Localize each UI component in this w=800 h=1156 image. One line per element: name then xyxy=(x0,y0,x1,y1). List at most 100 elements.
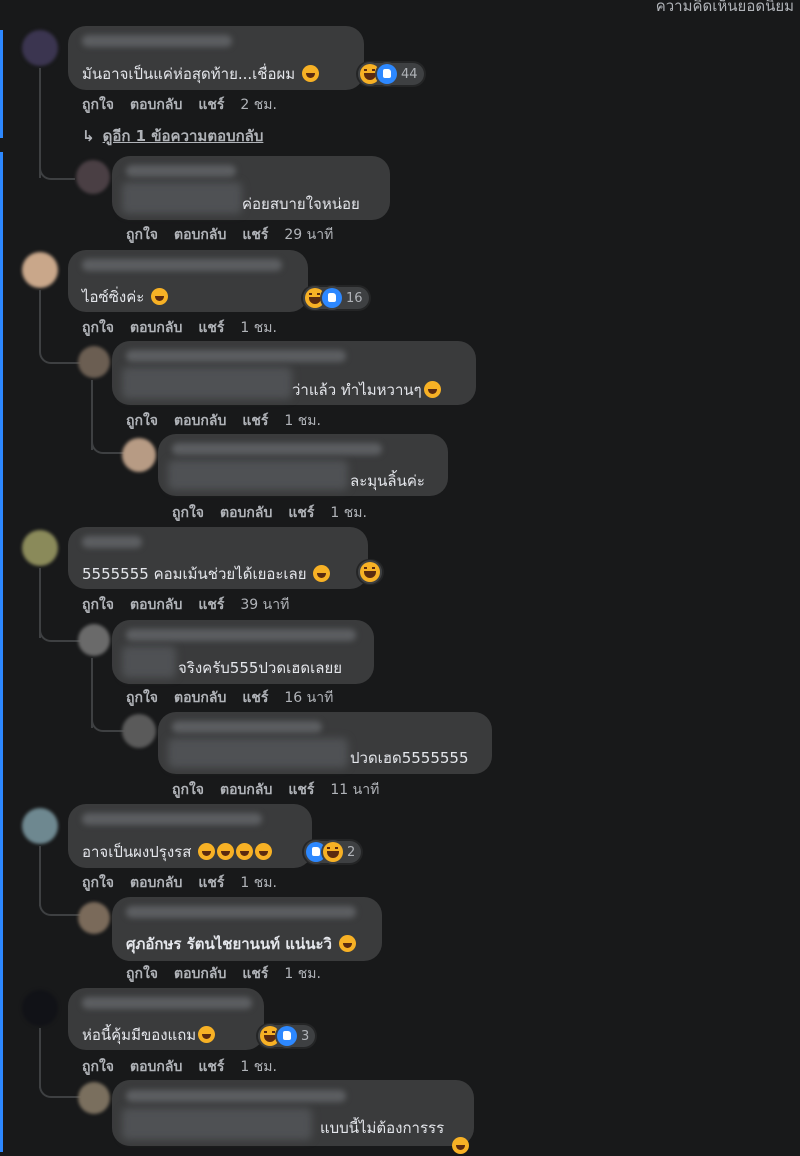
avatar[interactable] xyxy=(78,346,110,378)
comment-actions: ถูกใจ ตอบกลับ แชร์ 1 ชม. xyxy=(126,963,321,985)
reaction-count: 44 xyxy=(401,66,418,82)
like-button[interactable]: ถูกใจ xyxy=(126,966,158,982)
share-button[interactable]: แชร์ xyxy=(242,690,268,706)
author-name-blurred[interactable] xyxy=(126,629,356,641)
author-name-blurred[interactable] xyxy=(126,350,346,362)
like-button[interactable]: ถูกใจ xyxy=(172,782,204,798)
avatar[interactable] xyxy=(22,808,58,844)
comment-bubble: 5555555 คอมเม้นช่วยได้เยอะเลย xyxy=(68,527,368,589)
reply-button[interactable]: ตอบกลับ xyxy=(174,966,226,982)
timestamp[interactable]: 1 ชม. xyxy=(284,966,321,982)
like-button[interactable]: ถูกใจ xyxy=(82,597,114,613)
avatar[interactable] xyxy=(22,252,58,288)
like-button[interactable]: ถูกใจ xyxy=(126,413,158,429)
thread-elbow xyxy=(91,430,125,454)
timestamp[interactable]: 1 ชม. xyxy=(240,320,277,336)
avatar[interactable] xyxy=(122,438,156,472)
reply-button[interactable]: ตอบกลับ xyxy=(220,505,272,521)
reply-button[interactable]: ตอบกลับ xyxy=(174,227,226,243)
reaction-summary[interactable] xyxy=(358,561,382,583)
author-name-blurred[interactable] xyxy=(82,536,142,548)
author-name-blurred[interactable] xyxy=(82,997,252,1009)
timestamp[interactable]: 1 ชม. xyxy=(240,875,277,891)
comment-actions: ถูกใจ ตอบกลับ แชร์ 16 นาที xyxy=(126,687,333,709)
timestamp[interactable]: 2 ชม. xyxy=(240,97,277,113)
reply-button[interactable]: ตอบกลับ xyxy=(130,597,182,613)
grinning-emoji-icon xyxy=(217,843,235,860)
reaction-summary[interactable]: 44 xyxy=(358,63,424,85)
share-button[interactable]: แชร์ xyxy=(198,320,224,336)
reply-button[interactable]: ตอบกลับ xyxy=(130,1059,182,1075)
avatar[interactable] xyxy=(22,990,58,1026)
author-name-blurred[interactable] xyxy=(126,1090,346,1102)
like-button[interactable]: ถูกใจ xyxy=(126,227,158,243)
avatar[interactable] xyxy=(22,30,58,66)
author-name-blurred[interactable] xyxy=(82,813,262,825)
comment-bubble: จริงครับ555ปวดเฮดเลยย xyxy=(112,620,374,684)
reply-button[interactable]: ตอบกลับ xyxy=(220,782,272,798)
reply-button[interactable]: ตอบกลับ xyxy=(130,97,182,113)
author-name-blurred[interactable] xyxy=(126,165,236,177)
author-name-blurred[interactable] xyxy=(172,721,322,733)
share-button[interactable]: แชร์ xyxy=(198,597,224,613)
timestamp[interactable]: 39 นาที xyxy=(240,597,289,613)
smiling-emoji-icon xyxy=(151,288,169,305)
reaction-count: 16 xyxy=(346,290,363,306)
timestamp[interactable]: 1 ชม. xyxy=(240,1059,277,1075)
share-button[interactable]: แชร์ xyxy=(288,505,314,521)
avatar[interactable] xyxy=(122,714,156,748)
share-button[interactable]: แชร์ xyxy=(242,966,268,982)
author-name-blurred[interactable] xyxy=(172,443,382,455)
author-name-blurred[interactable] xyxy=(82,35,232,47)
avatar[interactable] xyxy=(78,1082,110,1114)
like-button[interactable]: ถูกใจ xyxy=(172,505,204,521)
share-button[interactable]: แชร์ xyxy=(242,413,268,429)
comment-actions: ถูกใจ ตอบกลับ แชร์ 1 ชม. xyxy=(172,502,367,524)
timestamp[interactable]: 16 นาที xyxy=(284,690,333,706)
thread-elbow xyxy=(91,708,125,732)
top-comments-filter[interactable]: ความคิดเห็นยอดนิยม xyxy=(656,0,794,18)
share-button[interactable]: แชร์ xyxy=(198,1059,224,1075)
comment-bubble: ค่อยสบายใจหน่อย xyxy=(112,156,390,220)
reply-button[interactable]: ตอบกลับ xyxy=(130,320,182,336)
timestamp[interactable]: 1 ชม. xyxy=(284,413,321,429)
reply-button[interactable]: ตอบกลับ xyxy=(130,875,182,891)
laughing-emoji-icon xyxy=(452,1137,469,1154)
comment-bubble: ว่าแล้ว ทำไมหวานๆ xyxy=(112,341,476,405)
reaction-summary[interactable]: 2 xyxy=(304,841,362,863)
share-button[interactable]: แชร์ xyxy=(198,97,224,113)
comment-bubble: ศุภอักษร รัตนไชยานนท์ แน่นะวิ xyxy=(112,897,382,961)
comment-actions: ถูกใจ ตอบกลับ แชร์ 1 ชม. xyxy=(82,317,277,339)
like-reaction-icon xyxy=(322,288,342,308)
timestamp[interactable]: 1 ชม. xyxy=(330,505,367,521)
timestamp[interactable]: 11 นาที xyxy=(330,782,379,798)
like-reaction-icon xyxy=(277,1026,297,1046)
like-button[interactable]: ถูกใจ xyxy=(82,875,114,891)
share-button[interactable]: แชร์ xyxy=(242,227,268,243)
timestamp[interactable]: 29 นาที xyxy=(284,227,333,243)
grinning-emoji-icon xyxy=(255,843,273,860)
author-name-blurred[interactable] xyxy=(82,259,282,271)
view-more-replies-link[interactable]: ↳ ดูอีก 1 ข้อความตอบกลับ xyxy=(82,124,263,148)
like-button[interactable]: ถูกใจ xyxy=(82,97,114,113)
blurred-text xyxy=(122,1108,312,1140)
avatar[interactable] xyxy=(76,160,110,194)
avatar[interactable] xyxy=(22,530,58,566)
comment-bubble: ปวดเฮด5555555 xyxy=(158,712,492,774)
share-button[interactable]: แชร์ xyxy=(288,782,314,798)
reply-button[interactable]: ตอบกลับ xyxy=(174,690,226,706)
like-button[interactable]: ถูกใจ xyxy=(82,1059,114,1075)
share-button[interactable]: แชร์ xyxy=(198,875,224,891)
like-button[interactable]: ถูกใจ xyxy=(82,320,114,336)
thread-elbow xyxy=(39,620,81,642)
laughing-emoji-icon xyxy=(423,381,441,398)
reaction-summary[interactable]: 16 xyxy=(303,287,369,309)
reaction-summary[interactable]: 3 xyxy=(258,1025,316,1047)
comment-text: ปวดเฮด5555555 xyxy=(350,749,469,767)
avatar[interactable] xyxy=(78,624,110,656)
author-name-blurred[interactable] xyxy=(126,906,356,918)
avatar[interactable] xyxy=(78,902,110,934)
reply-button[interactable]: ตอบกลับ xyxy=(174,413,226,429)
rofl-emoji-icon xyxy=(313,565,331,582)
like-button[interactable]: ถูกใจ xyxy=(126,690,158,706)
